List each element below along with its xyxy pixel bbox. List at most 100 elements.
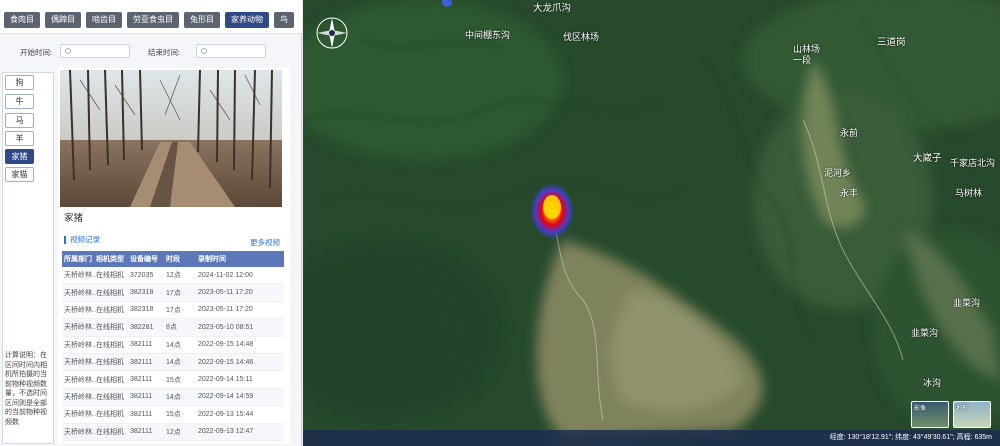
col-department: 所属部门 bbox=[64, 256, 92, 263]
map-label: 冰沟 bbox=[923, 378, 942, 388]
table-row[interactable]: 天桥岭林... 在线相机 382111 15点 2022-09-14 15:11 bbox=[62, 371, 284, 389]
animal-domestic-cat[interactable]: 家猫 bbox=[5, 167, 34, 182]
cell-department: 天桥岭林... bbox=[64, 376, 96, 384]
cell-camera-type: 在线相机 bbox=[96, 393, 124, 401]
terrain-label: 地形 bbox=[956, 406, 969, 412]
table-row[interactable]: 天桥岭林... 在线相机 382111 14点 2022-09-15 14:46 bbox=[62, 353, 284, 372]
cell-device-id: 382281 bbox=[130, 323, 154, 331]
cell-camera-type: 在线相机 bbox=[96, 428, 124, 436]
species-name: 家猪 bbox=[64, 213, 84, 224]
table-body: 天桥岭林... 在线相机 372035 12点 2024-11-02 12:00 天桥岭林… bbox=[62, 267, 284, 441]
cell-period: 12点 bbox=[166, 428, 181, 436]
terrain-layer-button[interactable]: 地形 bbox=[953, 401, 991, 428]
tab-domestic-animals[interactable]: 家养动物 bbox=[225, 12, 269, 28]
clock-icon bbox=[65, 48, 71, 54]
table-row[interactable]: 天桥岭林... 在线相机 382111 14点 2022-09-15 14:48 bbox=[62, 337, 284, 354]
category-bar: 食肉目 偶蹄目 啮齿目 劳亚食虫目 兔形目 家养动物 鸟 bbox=[0, 0, 302, 34]
calculation-note: 计算说明：在区间时间内相机所拍摄的当前物种视频数量，不选时间区间则是全部的当前物… bbox=[5, 352, 47, 426]
end-time-input[interactable] bbox=[196, 44, 266, 58]
table-row[interactable]: 天桥岭林... 在线相机 382318 17点 2023-05-11 17:20 bbox=[62, 284, 284, 302]
map-label: 山林场一段 bbox=[793, 44, 821, 65]
imagery-layer-button[interactable]: 影像 bbox=[911, 401, 949, 428]
table-row[interactable]: 天桥岭林... 在线相机 382281 8点 2023-05-10 08:51 bbox=[62, 319, 284, 337]
tab-lagomorpha[interactable]: 兔形目 bbox=[184, 12, 220, 28]
cell-department: 天桥岭林... bbox=[64, 324, 96, 332]
start-time-label: 开始时间: bbox=[20, 48, 53, 57]
table-row[interactable]: 天桥岭林... 在线相机 382318 17点 2023-05-11 17:20 bbox=[62, 302, 284, 320]
cell-device-id: 382111 bbox=[130, 376, 153, 384]
tab-eulipotyphla[interactable]: 劳亚食虫目 bbox=[127, 12, 179, 28]
cell-period: 15点 bbox=[166, 411, 181, 419]
cell-record-time: 2024-11-02 12:00 bbox=[198, 271, 253, 279]
map-label: 千家店北沟 bbox=[950, 158, 996, 168]
cursor-coordinates: 经度: 130°18'12.91"; 纬度: 43°49'30.61"; 高程:… bbox=[829, 434, 992, 441]
map-label: 泥河乡 bbox=[824, 168, 852, 178]
satellite-map[interactable]: 大龙爪沟 中间棚东沟 伐区林场 山林场一段 三道岗 永前 大崴子 千家店北沟 泥… bbox=[303, 0, 1000, 446]
cell-camera-type: 在线相机 bbox=[96, 306, 124, 314]
animal-horse[interactable]: 马 bbox=[5, 113, 34, 128]
animal-dog[interactable]: 狗 bbox=[5, 75, 34, 90]
cell-device-id: 382111 bbox=[130, 358, 153, 366]
app-root: 食肉目 偶蹄目 啮齿目 劳亚食虫目 兔形目 家养动物 鸟 开始时间: 结束时间:… bbox=[0, 0, 1000, 446]
map-label: 大崴子 bbox=[913, 153, 942, 164]
more-videos-link[interactable]: 更多视频 bbox=[250, 237, 280, 248]
map-label: 韭菜沟 bbox=[953, 298, 981, 308]
map-label: 永丰 bbox=[840, 188, 859, 198]
cell-camera-type: 在线相机 bbox=[96, 324, 124, 332]
cell-camera-type: 在线相机 bbox=[96, 272, 124, 280]
cell-department: 天桥岭林... bbox=[64, 289, 96, 297]
tab-artiodactyla[interactable]: 偶蹄目 bbox=[45, 12, 81, 28]
cell-department: 天桥岭林... bbox=[64, 428, 96, 436]
cell-record-time: 2022-09-15 14:46 bbox=[198, 358, 254, 366]
cell-record-time: 2022-09-15 14:48 bbox=[198, 341, 254, 349]
cell-period: 14点 bbox=[166, 359, 181, 367]
map-imagery bbox=[303, 0, 1000, 446]
start-time-input[interactable] bbox=[60, 44, 130, 58]
table-header: 所属部门 相机类型 设备编号 时段 录制时间 bbox=[62, 251, 284, 267]
video-records-table: 所属部门 相机类型 设备编号 时段 录制时间 天桥岭林... 在线相机 372035… bbox=[62, 251, 284, 441]
clock-icon bbox=[201, 48, 207, 54]
table-row[interactable]: 天桥岭林... 在线相机 382111 12点 2022-09-13 12:47 bbox=[62, 423, 284, 441]
map-label: 伐区林场 bbox=[563, 32, 600, 42]
cell-department: 天桥岭林... bbox=[64, 359, 96, 367]
cell-period: 15点 bbox=[166, 376, 181, 384]
cell-record-time: 2023-05-11 17:20 bbox=[198, 306, 253, 314]
cell-department: 天桥岭林... bbox=[64, 393, 96, 401]
col-device-id: 设备编号 bbox=[130, 256, 158, 263]
cell-camera-type: 在线相机 bbox=[96, 289, 124, 297]
tab-carnivora[interactable]: 食肉目 bbox=[4, 12, 40, 28]
tab-rodentia[interactable]: 啮齿目 bbox=[86, 12, 122, 28]
tab-birds[interactable]: 鸟 bbox=[274, 12, 294, 28]
cell-camera-type: 在线相机 bbox=[96, 359, 124, 367]
map-label: 永前 bbox=[840, 128, 859, 138]
cell-record-time: 2023-05-10 08:51 bbox=[198, 323, 254, 331]
time-filter: 开始时间: 结束时间: bbox=[0, 40, 302, 62]
cell-period: 14点 bbox=[166, 341, 181, 349]
animal-domestic-pig[interactable]: 家猪 bbox=[5, 149, 34, 164]
animal-sheep[interactable]: 羊 bbox=[5, 131, 34, 146]
cell-period: 12点 bbox=[166, 272, 181, 280]
cell-device-id: 382111 bbox=[130, 410, 153, 418]
map-label: 马树林 bbox=[955, 188, 983, 198]
cell-record-time: 2022-09-13 15:44 bbox=[198, 410, 254, 418]
table-row[interactable]: 天桥岭林... 在线相机 382111 14点 2022-09-14 14:59 bbox=[62, 388, 284, 407]
cell-record-time: 2023-05-11 17:20 bbox=[198, 289, 253, 297]
video-records-title: 视频记录 bbox=[64, 236, 100, 244]
cell-record-time: 2022-09-14 15:11 bbox=[198, 376, 253, 384]
cell-period: 17点 bbox=[166, 306, 181, 314]
col-period: 时段 bbox=[166, 256, 180, 263]
cell-device-id: 382111 bbox=[130, 393, 153, 401]
imagery-label: 影像 bbox=[914, 406, 927, 412]
cell-device-id: 382111 bbox=[130, 341, 153, 349]
col-camera-type: 相机类型 bbox=[96, 256, 124, 263]
table-row[interactable]: 天桥岭林... 在线相机 372035 12点 2024-11-02 12:00 bbox=[62, 267, 284, 285]
animal-list: 狗 牛 马 羊 家猪 家猫 计算说明：在区间时间内相机所拍摄的当前物种视频数量，… bbox=[2, 72, 54, 444]
camera-trap-photo[interactable] bbox=[60, 70, 282, 207]
compass-icon[interactable] bbox=[315, 16, 349, 50]
category-tabs: 食肉目 偶蹄目 啮齿目 劳亚食虫目 兔形目 家养动物 鸟 bbox=[4, 12, 294, 28]
cell-department: 天桥岭林... bbox=[64, 272, 96, 280]
table-row[interactable]: 天桥岭林... 在线相机 382111 15点 2022-09-13 15:44 bbox=[62, 406, 284, 424]
cell-device-id: 382318 bbox=[130, 289, 154, 297]
animal-cattle[interactable]: 牛 bbox=[5, 94, 34, 109]
cell-record-time: 2022-09-13 12:47 bbox=[198, 428, 254, 436]
